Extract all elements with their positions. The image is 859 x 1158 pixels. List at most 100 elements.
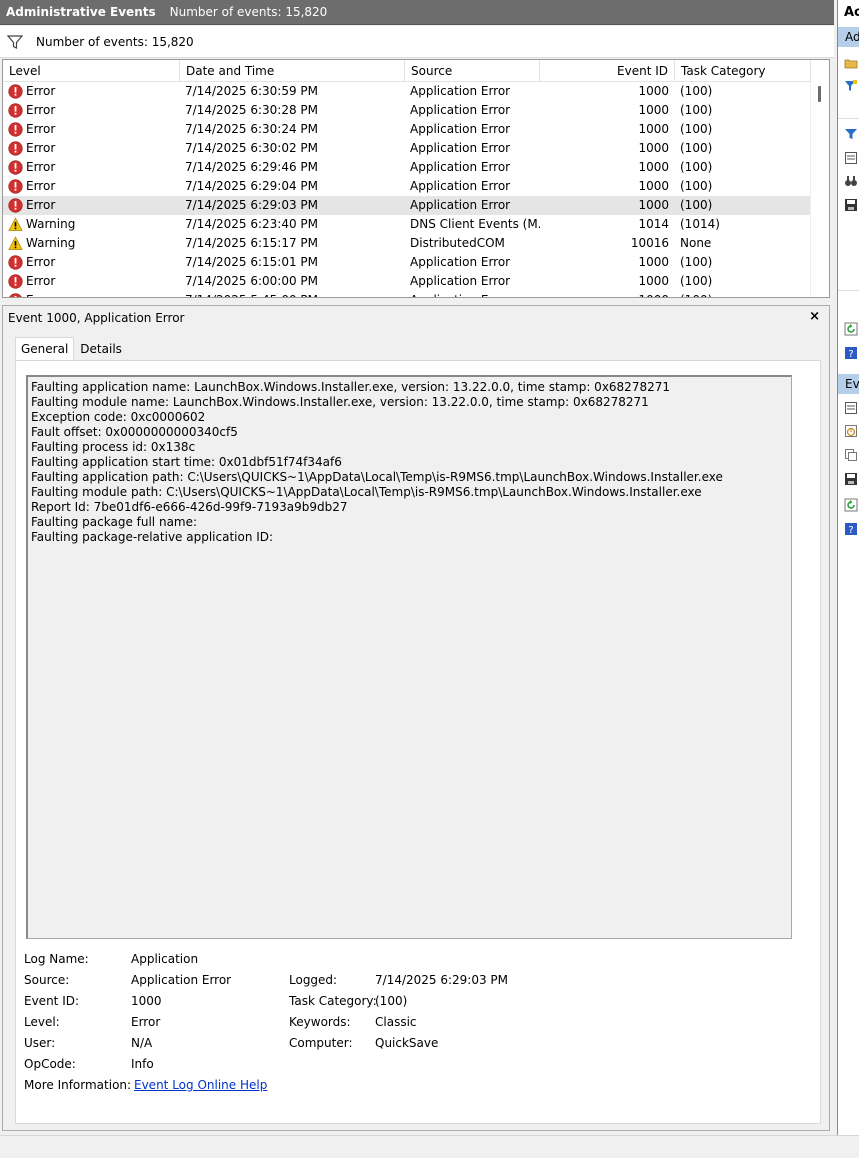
row-date: 7/14/2025 6:00:00 PM [185,274,319,288]
close-icon[interactable]: × [809,309,820,324]
row-event-id: 1000 [638,255,669,269]
actions-section-admin[interactable]: Ad [838,27,859,47]
row-event-id: 1000 [638,103,669,117]
status-bar [0,1135,859,1158]
row-source: DistributedCOM [410,236,505,250]
row-level: Error [3,139,180,158]
row-level: Error [3,158,180,177]
row-level: Error [3,291,180,297]
more-information-label: More Information: [24,1078,132,1092]
row-task-category: (100) [680,103,713,117]
log-name-label: Log Name: [24,952,89,966]
event-detail-title: Event 1000, Application Error [8,311,185,325]
properties-icon[interactable] [844,151,858,165]
row-task-category: (100) [680,255,713,269]
table-row[interactable]: Error 7/14/2025 6:29:46 PM Application Err… [3,158,811,177]
save-selected-icon[interactable] [844,472,858,486]
attach-task-icon[interactable] [844,424,858,438]
tab-details[interactable]: Details [74,337,128,361]
filter-add-icon[interactable] [844,79,858,93]
row-source: Application Error [410,141,511,155]
level-label: Level: [24,1015,60,1029]
filter-funnel-icon[interactable] [6,33,24,51]
row-level-text: Warning [26,217,76,231]
logged-label: Logged: [289,973,338,987]
row-level-text: Error [26,103,56,117]
refresh-event-icon[interactable] [844,498,858,512]
warning-icon [8,217,23,231]
row-date: 7/14/2025 6:15:17 PM [185,236,319,250]
row-task-category: (1014) [680,217,720,231]
table-row[interactable]: Error 7/14/2025 6:30:24 PM Application Err… [3,120,811,139]
view-title: Administrative Events [6,5,156,19]
warning-icon [8,236,23,250]
row-task-category: (100) [680,141,713,155]
row-date: 7/14/2025 6:30:02 PM [185,141,319,155]
row-source: DNS Client Events (M... [410,217,540,231]
table-row[interactable]: Warning 7/14/2025 6:23:40 PM DNS Client Ev… [3,215,811,234]
row-level-text: Error [26,274,56,288]
table-row[interactable]: Error 7/14/2025 5:45:00 PMApplication Err… [3,291,811,297]
tab-general[interactable]: General [15,337,75,361]
event-list[interactable]: Level Date and Time Source Event ID Task… [2,59,830,298]
event-properties-icon[interactable] [844,401,858,415]
filter-icon[interactable] [844,127,858,141]
row-level: Error [3,196,180,215]
help-icon[interactable]: ? [844,346,858,360]
event-rows: Error 7/14/2025 6:30:59 PM Application Err… [3,82,811,297]
row-source: Application Error [410,274,511,288]
event-list-scrollbar[interactable] [810,82,829,297]
row-task-category: (100) [680,122,713,136]
table-row[interactable]: Error 7/14/2025 6:29:04 PM Application Err… [3,177,811,196]
actions-section-event[interactable]: Ev [838,374,859,394]
actions-panel: Ac Ad ? Ev ? [837,0,859,1135]
event-id-value: 1000 [131,994,162,1008]
table-row[interactable]: Error 7/14/2025 6:00:00 PM Application Err… [3,272,811,291]
keywords-value: Classic [375,1015,417,1029]
table-row[interactable]: Error 7/14/2025 6:30:28 PM Application Err… [3,101,811,120]
row-level: Error [3,120,180,139]
table-row[interactable]: Warning 7/14/2025 6:15:17 PM DistributedCO… [3,234,811,253]
row-task-category: (100) [680,160,713,174]
row-level: Error [3,272,180,291]
row-level: Warning [3,215,180,234]
source-label: Source: [24,973,70,987]
column-header-task-category[interactable]: Task Category [675,60,811,82]
error-icon [8,84,23,99]
filter-bar: Number of events: 15,820 [0,26,834,58]
row-date: 7/14/2025 6:30:59 PM [185,84,319,98]
error-icon [8,160,23,175]
help-event-icon[interactable]: ? [844,522,858,536]
scrollbar-thumb[interactable] [818,86,821,102]
log-name-value: Application [131,952,199,966]
column-header-level[interactable]: Level [3,60,180,82]
row-level: Error [3,101,180,120]
column-header-source[interactable]: Source [405,60,540,82]
row-event-id: 1000 [638,198,669,212]
save-icon[interactable] [844,198,858,212]
table-row[interactable]: Error 7/14/2025 6:30:02 PM Application Err… [3,139,811,158]
computer-label: Computer: [289,1036,353,1050]
table-row[interactable]: Error 7/14/2025 6:29:03 PM Application Err… [3,196,811,215]
row-date: 7/14/2025 5:45:00 PM [180,291,405,297]
row-level-text: Error [26,122,56,136]
column-header-event-id[interactable]: Event ID [540,60,675,82]
column-header-date[interactable]: Date and Time [180,60,405,82]
row-level-text: Error [26,198,56,212]
open-folder-icon[interactable] [844,56,858,70]
row-level: Warning [3,234,180,253]
row-task-category: None [680,236,712,250]
row-level-text: Error [26,179,56,193]
row-level-text: Error [26,255,56,269]
row-event-id: 1000 [638,274,669,288]
table-row[interactable]: Error 7/14/2025 6:15:01 PM Application Err… [3,253,811,272]
row-date: 7/14/2025 6:29:03 PM [185,198,319,212]
row-event-id: 1000 [540,291,675,297]
event-description[interactable]: Faulting application name: LaunchBox.Win… [26,375,792,939]
find-binoculars-icon[interactable] [844,174,858,188]
event-log-online-help-link[interactable]: Event Log Online Help [134,1077,267,1093]
copy-icon[interactable] [844,448,858,462]
table-row[interactable]: Error 7/14/2025 6:30:59 PM Application Err… [3,82,811,101]
event-detail-pane: Event 1000, Application Error × General … [2,305,830,1131]
refresh-icon[interactable] [844,322,858,336]
